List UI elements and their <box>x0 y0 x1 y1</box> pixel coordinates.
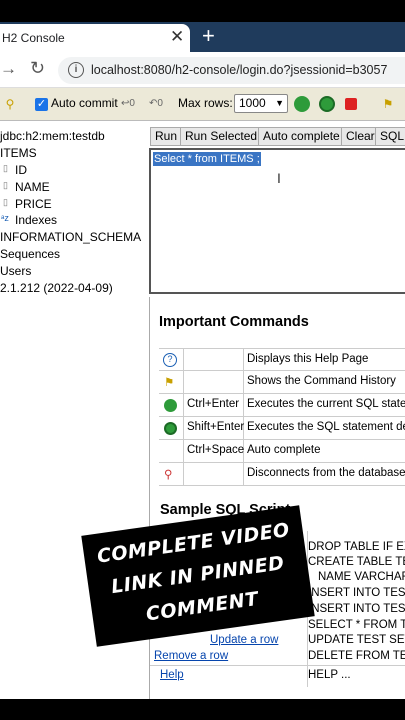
command-desc: Shows the Command History <box>247 375 396 387</box>
history-icon[interactable]: ⚑ <box>380 96 396 112</box>
tree-column[interactable]: PRICE <box>15 197 52 211</box>
sql-line: CREATE TABLE TE <box>308 556 405 568</box>
column-icon: ▯ <box>3 180 8 190</box>
reload-icon[interactable]: ↻ <box>30 58 45 79</box>
help-sql: HELP ... <box>308 669 351 681</box>
tree-schema[interactable]: INFORMATION_SCHEMA <box>0 230 141 244</box>
url-text: localhost:8080/h2-console/login.do?jsess… <box>91 63 388 77</box>
column-icon: ▯ <box>3 197 8 207</box>
disconnect-icon[interactable]: ⚲ <box>2 96 18 112</box>
auto-commit-label: Auto commit <box>51 96 118 110</box>
new-tab-button[interactable]: + <box>202 23 215 49</box>
shortcut-key: Ctrl+Enter <box>187 398 240 410</box>
important-commands-title: Important Commands <box>159 314 309 330</box>
stop-icon[interactable] <box>345 98 357 110</box>
shortcut-key: Shift+Enter <box>187 421 245 433</box>
tree-version: 2.1.212 (2022-04-09) <box>0 281 113 295</box>
rollback-icon[interactable]: ↶0 <box>148 96 164 112</box>
run-selected-icon[interactable] <box>319 96 335 112</box>
sql-line: NAME VARCHAR <box>318 571 405 583</box>
max-rows-label: Max rows: <box>178 96 233 110</box>
sql-line: DELETE FROM TE <box>308 650 405 662</box>
table-row: Ctrl+Space Auto complete <box>159 440 405 463</box>
tree-indexes[interactable]: Indexes <box>15 213 57 227</box>
sql-editor[interactable]: Select * from ITEMS ; I <box>149 148 405 294</box>
run-icon[interactable] <box>164 399 177 412</box>
tab-title: H2 Console <box>2 31 65 45</box>
max-rows-value: 1000 <box>239 96 266 110</box>
table-row: ⚑ Shows the Command History <box>159 371 405 394</box>
chevron-down-icon: ▼ <box>275 98 284 108</box>
bottom-letterbox <box>0 699 405 720</box>
browser-tab-strip: H2 Console ✕ + <box>0 22 405 52</box>
divider <box>150 665 405 666</box>
disconnect-icon[interactable]: ⚲ <box>164 467 172 481</box>
schema-tree: jdbc:h2:mem:testdb ITEMS ▯ ID ▯ NAME ▯ P… <box>0 121 148 321</box>
sql-line: SELECT * FROM T <box>308 619 405 631</box>
table-row: ⚲ Disconnects from the database <box>159 463 405 486</box>
browser-tab[interactable]: H2 Console ✕ <box>0 24 190 52</box>
tree-sequences[interactable]: Sequences <box>0 247 60 261</box>
commit-icon[interactable]: ↩0 <box>120 96 136 112</box>
text-cursor-icon: I <box>277 170 281 186</box>
sql-line: DROP TABLE IF EX <box>308 541 405 553</box>
tree-column[interactable]: NAME <box>15 180 50 194</box>
update-row-link[interactable]: Update a row <box>210 634 278 646</box>
tree-column[interactable]: ID <box>15 163 27 177</box>
sql-line: UPDATE TEST SET <box>308 634 405 646</box>
command-desc: Displays this Help Page <box>247 353 369 365</box>
run-selected-icon[interactable] <box>164 422 177 435</box>
tree-users[interactable]: Users <box>0 264 31 278</box>
run-selected-button[interactable]: Run Selected <box>180 127 263 146</box>
auto-complete-button[interactable]: Auto complete <box>258 127 345 146</box>
h2-toolbar: ⚲ ✓ Auto commit ↩0 ↶0 Max rows: 1000 ▼ ⚑ <box>0 88 405 121</box>
tree-table[interactable]: ITEMS <box>0 146 37 160</box>
run-button[interactable]: Run <box>150 127 183 146</box>
sql-line: INSERT INTO TES <box>308 603 405 615</box>
index-icon: ᵃz <box>1 213 9 223</box>
selected-sql-text: Select * from ITEMS ; <box>153 152 261 166</box>
close-tab-icon[interactable]: ✕ <box>170 27 184 47</box>
table-row: Shift+Enter Executes the SQL statement d… <box>159 417 405 440</box>
sql-line: INSERT INTO TES <box>308 587 405 599</box>
max-rows-select[interactable]: 1000 ▼ <box>234 94 288 113</box>
history-icon[interactable]: ⚑ <box>164 375 174 389</box>
command-desc: Executes the SQL statement def <box>247 421 405 433</box>
remove-row-link[interactable]: Remove a row <box>154 650 228 662</box>
clear-button[interactable]: Clear <box>341 127 380 146</box>
sql-statements-button[interactable]: SQL s <box>375 127 405 146</box>
tree-db[interactable]: jdbc:h2:mem:testdb <box>0 129 105 143</box>
command-desc: Executes the current SQL staten <box>247 398 405 410</box>
help-icon[interactable]: ? <box>163 353 177 367</box>
auto-commit-checkbox[interactable]: ✓ <box>35 98 48 111</box>
info-icon[interactable]: i <box>68 62 84 78</box>
table-row: ? Displays this Help Page <box>159 348 405 372</box>
help-panel: Important Commands ? Displays this Help … <box>149 297 405 699</box>
column-icon: ▯ <box>3 163 8 173</box>
table-row: Ctrl+Enter Executes the current SQL stat… <box>159 394 405 417</box>
command-desc: Auto complete <box>247 444 321 456</box>
run-icon[interactable] <box>294 96 310 112</box>
help-link[interactable]: Help <box>160 669 184 681</box>
url-input[interactable]: i localhost:8080/h2-console/login.do?jse… <box>58 57 405 84</box>
top-letterbox <box>0 0 405 22</box>
address-bar-row: → ↻ i localhost:8080/h2-console/login.do… <box>0 52 405 88</box>
command-desc: Disconnects from the database <box>247 467 405 479</box>
shortcut-key: Ctrl+Space <box>187 444 245 456</box>
forward-arrow-icon[interactable]: → <box>0 59 17 79</box>
